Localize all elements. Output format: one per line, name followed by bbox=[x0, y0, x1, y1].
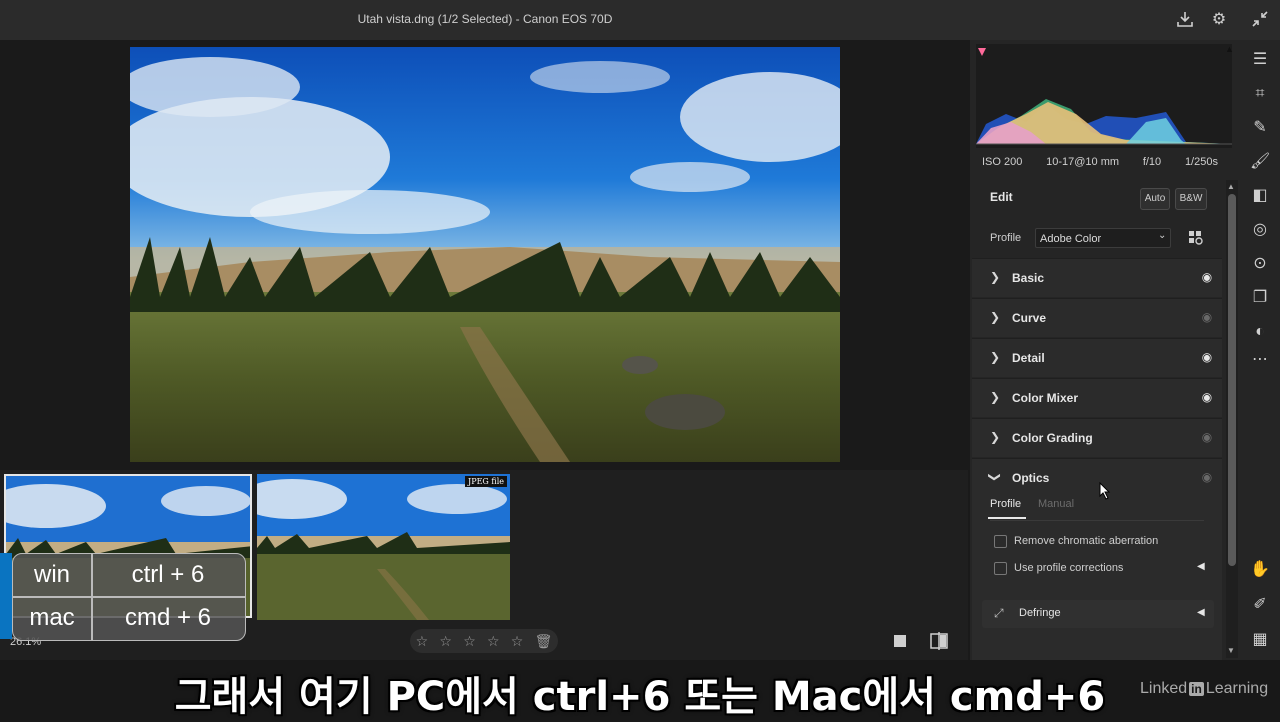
compare-view-icon[interactable] bbox=[930, 632, 948, 650]
brush-icon[interactable]: 🖌 bbox=[1250, 152, 1270, 172]
chevron-down-icon: ❯ bbox=[988, 471, 1003, 483]
checkbox-remove-chromatic-aberration[interactable] bbox=[994, 535, 1007, 548]
collapse-icon[interactable] bbox=[1250, 10, 1270, 30]
profile-browser-icon[interactable] bbox=[1188, 230, 1204, 249]
star-icon[interactable]: ☆ bbox=[439, 633, 452, 650]
star-icon[interactable]: ☆ bbox=[416, 633, 429, 650]
crop-icon[interactable]: ⌗ bbox=[1250, 84, 1270, 104]
shortcut-keys-win: ctrl + 6 bbox=[131, 561, 205, 588]
shortcut-accent-bar bbox=[0, 553, 12, 639]
mouse-cursor-icon bbox=[1099, 481, 1111, 500]
edit-sliders-icon[interactable]: ☰ bbox=[1250, 50, 1270, 70]
checkbox-use-profile-corrections[interactable] bbox=[994, 562, 1007, 575]
section-label: Color Mixer bbox=[1012, 391, 1079, 405]
shortcut-platform-mac: mac bbox=[29, 604, 75, 631]
exif-info: ISO 200 10-17@10 mm f/10 1/250s bbox=[976, 156, 1224, 174]
defringe-label: Defringe bbox=[1019, 607, 1061, 619]
eye-icon[interactable]: ◉ bbox=[1200, 470, 1214, 484]
eyedropper-icon[interactable]: ⤢ bbox=[994, 606, 1004, 621]
exif-lens: 10-17@10 mm bbox=[1046, 156, 1120, 168]
scroll-up-icon[interactable]: ▲ bbox=[1227, 182, 1235, 191]
section-label: Basic bbox=[1012, 271, 1045, 285]
section-color-mixer[interactable]: ❯ Color Mixer ◉ bbox=[972, 378, 1222, 417]
shortcut-keys-mac: cmd + 6 bbox=[124, 604, 212, 631]
chevron-right-icon: ❯ bbox=[990, 430, 1001, 444]
presets-icon[interactable]: ◐ bbox=[1250, 322, 1270, 342]
section-label: Optics bbox=[1012, 471, 1050, 485]
checkbox-label: Use profile corrections bbox=[1014, 562, 1124, 574]
hand-icon[interactable]: ✋ bbox=[1250, 560, 1270, 580]
edit-heading: Edit bbox=[990, 190, 1013, 204]
section-label: Color Grading bbox=[1012, 431, 1093, 445]
bw-button[interactable]: B&W bbox=[1175, 188, 1207, 210]
jpeg-file-badge: JPEG file bbox=[465, 476, 507, 487]
highlight-clipping-icon[interactable]: ▲ bbox=[1225, 44, 1234, 54]
grid-icon[interactable]: ▦ bbox=[1250, 630, 1270, 650]
window-title: Utah vista.dng (1/2 Selected) - Canon EO… bbox=[357, 12, 613, 26]
shortcut-overlay: win ctrl + 6 mac cmd + 6 bbox=[12, 553, 246, 641]
eye-icon[interactable]: ◉ bbox=[1200, 270, 1214, 284]
more-icon[interactable]: ⋯ bbox=[1250, 350, 1270, 370]
shortcut-platform-win: win bbox=[33, 561, 70, 588]
snapshots-icon[interactable]: ❐ bbox=[1250, 288, 1270, 308]
exif-aperture: f/10 bbox=[1142, 156, 1162, 168]
section-label: Detail bbox=[1012, 351, 1045, 365]
star-icon[interactable]: ☆ bbox=[511, 633, 524, 650]
chevron-down-icon: ⌄ bbox=[1158, 230, 1167, 241]
expand-arrow-icon[interactable]: ◀ bbox=[1197, 561, 1205, 572]
chevron-right-icon: ❯ bbox=[990, 390, 1001, 404]
main-photo[interactable] bbox=[130, 47, 840, 462]
eye-icon[interactable]: ◉ bbox=[1200, 390, 1214, 404]
linear-gradient-icon[interactable]: ◧ bbox=[1250, 186, 1270, 206]
star-rating[interactable]: ☆ ☆ ☆ ☆ ☆ 🗑 bbox=[410, 629, 558, 653]
scrollbar-thumb[interactable] bbox=[1228, 194, 1236, 566]
active-tab-indicator bbox=[988, 517, 1026, 519]
redeye-icon[interactable]: ⊙ bbox=[1250, 254, 1270, 274]
defringe-row[interactable] bbox=[982, 600, 1214, 628]
chevron-right-icon: ❯ bbox=[990, 270, 1001, 284]
healing-icon[interactable]: ✎ bbox=[1250, 118, 1270, 138]
profile-dropdown[interactable]: Adobe Color bbox=[1035, 228, 1171, 248]
expand-arrow-icon[interactable]: ◀ bbox=[1197, 607, 1205, 618]
eye-icon[interactable]: ◉ bbox=[1200, 350, 1214, 364]
eye-icon[interactable]: ◉ bbox=[1200, 430, 1214, 444]
gear-icon[interactable]: ⚙ bbox=[1209, 10, 1229, 30]
section-label: Curve bbox=[1012, 311, 1047, 325]
download-icon[interactable] bbox=[1175, 10, 1195, 30]
histogram[interactable] bbox=[976, 44, 1232, 148]
trash-icon[interactable]: 🗑 bbox=[535, 633, 553, 650]
tab-manual[interactable]: Manual bbox=[1038, 498, 1074, 510]
filmstrip-thumbnail-jpeg[interactable]: JPEG file bbox=[257, 474, 510, 620]
radial-gradient-icon[interactable]: ◎ bbox=[1250, 220, 1270, 240]
tab-profile[interactable]: Profile bbox=[990, 498, 1021, 510]
section-color-grading[interactable]: ❯ Color Grading ◉ bbox=[972, 418, 1222, 457]
scroll-down-icon[interactable]: ▼ bbox=[1227, 646, 1235, 655]
exif-iso: ISO 200 bbox=[982, 156, 1023, 168]
checkbox-label: Remove chromatic aberration bbox=[1014, 535, 1159, 547]
sampler-icon[interactable]: ✐ bbox=[1250, 595, 1270, 615]
star-icon[interactable]: ☆ bbox=[463, 633, 476, 650]
star-icon[interactable]: ☆ bbox=[487, 633, 500, 650]
chevron-right-icon: ❯ bbox=[990, 310, 1001, 324]
chevron-right-icon: ❯ bbox=[990, 350, 1001, 364]
section-detail[interactable]: ❯ Detail ◉ bbox=[972, 338, 1222, 377]
section-basic[interactable]: ❯ Basic ◉ bbox=[972, 258, 1222, 297]
section-partial[interactable] bbox=[972, 648, 1222, 660]
exif-shutter: 1/250s bbox=[1184, 156, 1218, 168]
single-view-icon[interactable] bbox=[893, 634, 907, 648]
profile-label: Profile bbox=[990, 232, 1022, 244]
auto-button[interactable]: Auto bbox=[1140, 188, 1170, 210]
section-curve[interactable]: ❯ Curve ◉ bbox=[972, 298, 1222, 337]
subtitle-caption: 그래서 여기 PC에서 ctrl+6 또는 Mac에서 cmd+6 bbox=[174, 674, 1106, 720]
eye-icon[interactable]: ◉ bbox=[1200, 310, 1214, 324]
